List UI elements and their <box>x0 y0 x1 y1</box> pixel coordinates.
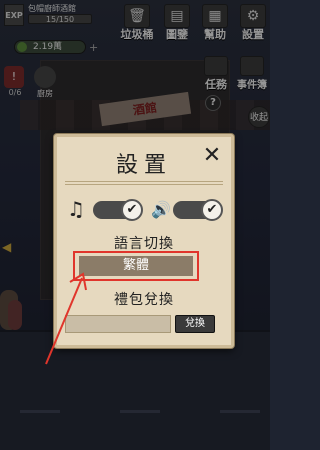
redeem-button[interactable]: 兌換 <box>175 315 215 333</box>
speaker-icon: 🔊 <box>151 200 171 219</box>
music-check-icon: ✔ <box>121 199 143 221</box>
music-toggle[interactable]: ✔ <box>93 199 143 221</box>
sound-check-icon: ✔ <box>201 199 223 221</box>
title-divider <box>65 181 223 185</box>
pointer-arrow-icon <box>45 272 87 365</box>
language-label: 語言切換 <box>114 236 174 252</box>
sound-toggle[interactable]: ✔ <box>173 199 223 221</box>
close-icon[interactable]: ✕ <box>201 145 223 167</box>
audio-settings-row: ♫ ✔ 🔊 ✔ <box>67 197 227 223</box>
music-note-icon: ♫ <box>67 197 85 221</box>
